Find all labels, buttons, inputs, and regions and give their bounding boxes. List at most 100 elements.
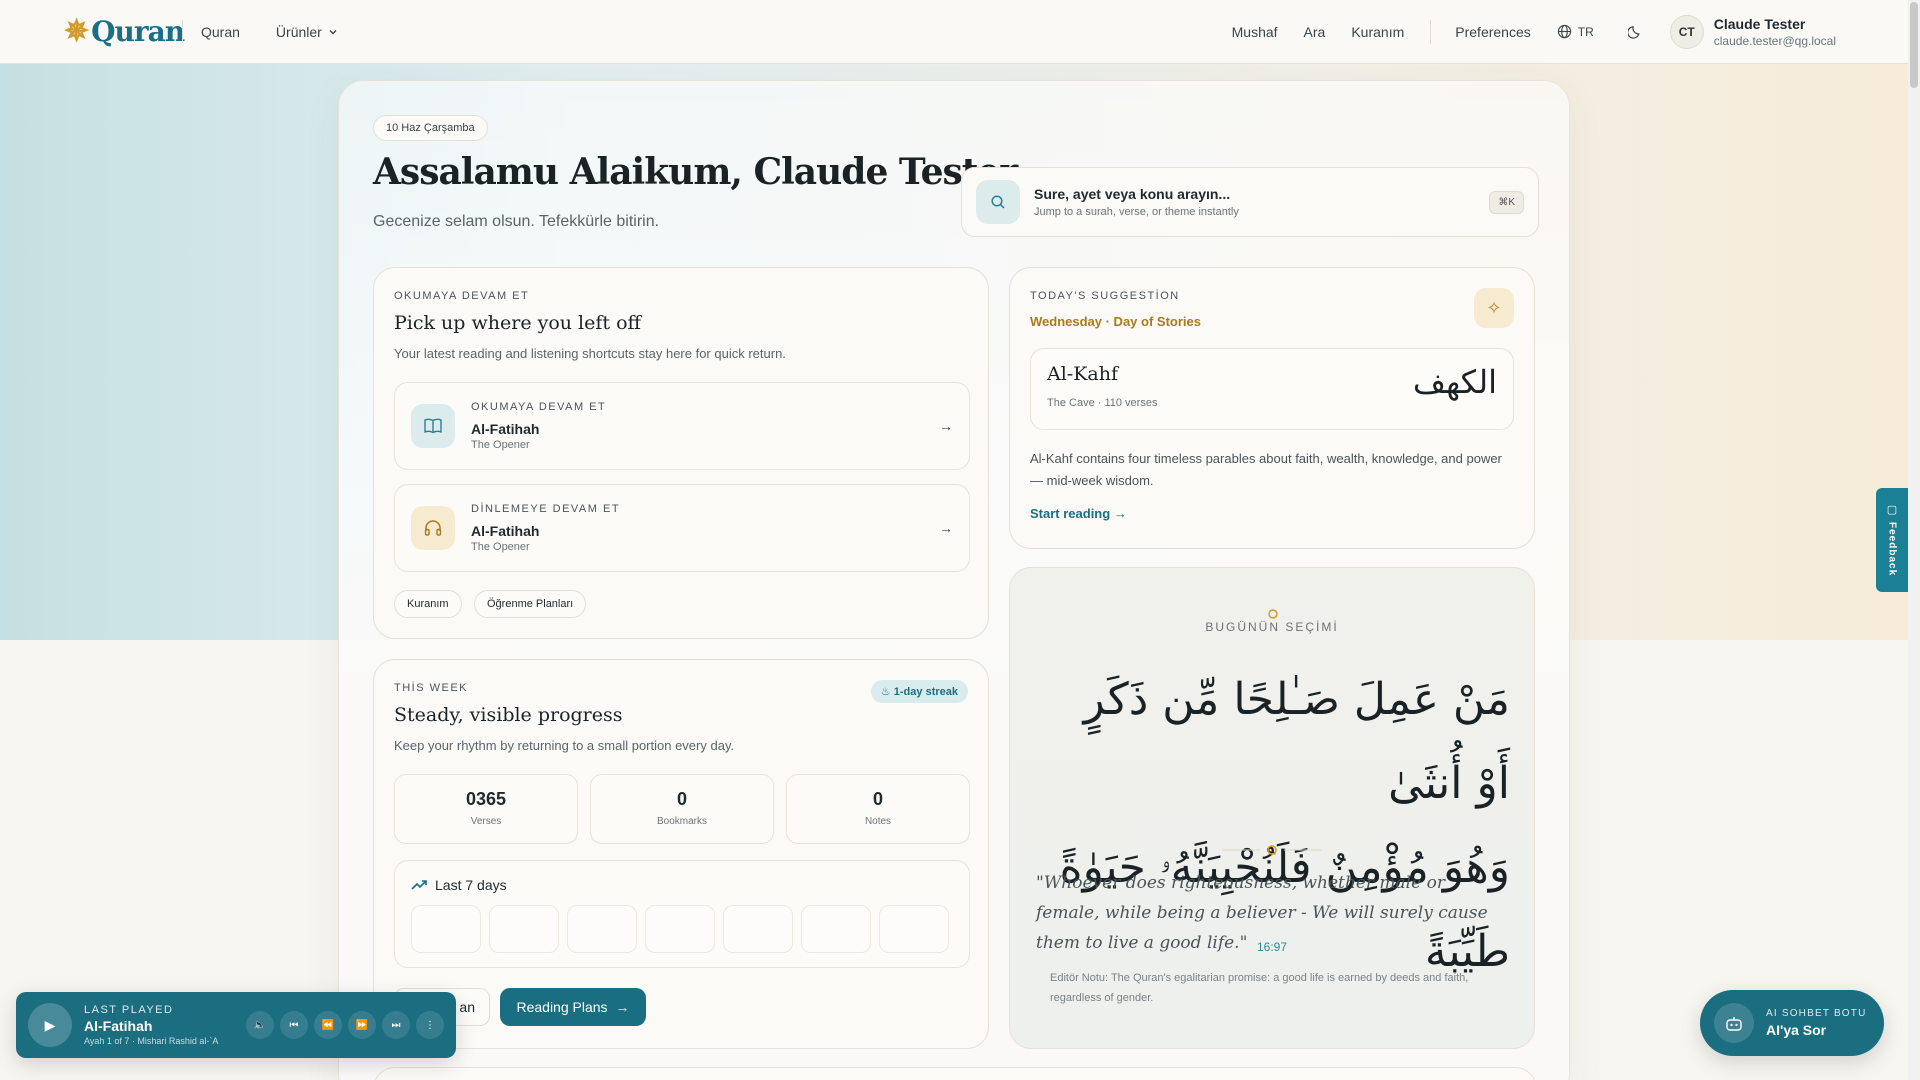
skip-previous-icon[interactable]: ⏮ [280, 1011, 308, 1039]
language-switcher[interactable]: TR [1557, 24, 1594, 39]
row-surah-name: Al-Fatihah [471, 421, 540, 437]
volume-icon[interactable]: 🔈 [246, 1011, 274, 1039]
suggestion-day-label: Wednesday · Day of Stories [1030, 314, 1201, 329]
reading-plans-button[interactable]: Reading Plans → [500, 988, 646, 1026]
suggestion-desc: Al-Kahf contains four timeless parables … [1030, 451, 1502, 488]
stat-label: Bookmarks [656, 816, 707, 827]
moon-icon [1628, 26, 1640, 39]
stat-label: Notes [864, 816, 892, 827]
book-icon [411, 404, 455, 448]
message-icon: ▢ [1886, 504, 1898, 517]
nav-divider [1430, 19, 1432, 44]
suggestion-eyebrow: TODAY'S SUGGESTİON [1030, 290, 1180, 302]
arrow-right-icon: → [615, 999, 630, 1015]
continue-card: OKUMAYA DEVAM ET Pick up where you left … [373, 267, 989, 639]
date-chip: 10 Haz Çarşamba [373, 115, 488, 141]
arrow-right-icon: → [939, 520, 953, 536]
chip-my-quran[interactable]: Kuranım [394, 590, 462, 618]
day-box [645, 905, 715, 953]
last-7-days-label: Last 7 days [435, 877, 507, 893]
ornament-icon [1268, 609, 1278, 619]
row-surah-sub: The Opener [471, 541, 530, 553]
arrow-right-icon: → [1113, 506, 1127, 521]
globe-icon [1557, 24, 1571, 39]
sparkles-icon: ✧ [1474, 288, 1514, 328]
scrollbar-thumb[interactable] [1910, 2, 1918, 88]
player-surah-name: Al-Fatihah [84, 1018, 153, 1034]
day-box [879, 905, 949, 953]
player-eyebrow: LAST PLAYED [84, 1004, 174, 1016]
robot-icon [1714, 1003, 1754, 1043]
nav-link-quran[interactable]: Quran [201, 24, 240, 40]
stat-bookmarks: 0 Bookmarks [590, 774, 774, 844]
theme-toggle[interactable] [1620, 16, 1652, 48]
ai-eyebrow: AI SOHBET BOTU [1766, 1008, 1867, 1019]
dashboard-panel: 10 Haz Çarşamba Assalamu Alaikum, Claude… [338, 80, 1570, 1080]
player-controls: 🔈 ⏮ ⏪ ⏩ ⏭ ⋮ [246, 1011, 444, 1039]
feedback-label: Feedback [1886, 522, 1898, 577]
nav-divider [182, 19, 183, 44]
continue-reading-item[interactable]: OKUMAYA DEVAM ET Al-Fatihah The Opener → [394, 382, 970, 470]
logo[interactable]: ✵ Quran [64, 12, 185, 52]
nav-preferences[interactable]: Preferences [1455, 24, 1530, 40]
more-options-icon[interactable]: ⋮ [416, 1011, 444, 1039]
avatar[interactable]: CT [1669, 14, 1704, 49]
chevron-down-icon [329, 29, 337, 34]
start-reading-link[interactable]: Start reading → [1030, 506, 1127, 521]
user-name: Claude Tester [1713, 15, 1806, 32]
page-title: Assalamu Alaikum, Claude Tester [373, 151, 1018, 193]
fast-forward-icon[interactable]: ⏩ [348, 1011, 376, 1039]
ai-chat-button[interactable]: AI SOHBET BOTU AI'ya Sor [1700, 990, 1884, 1056]
nav-link-search[interactable]: Ara [1304, 24, 1326, 40]
search-icon [976, 180, 1020, 224]
keyboard-shortcut-badge: ⌘K [1489, 190, 1524, 214]
day-box [411, 905, 481, 953]
headphones-icon [411, 506, 455, 550]
nav-products-dropdown[interactable]: Ürünler [276, 24, 338, 40]
stat-verses: 0365 Verses [394, 774, 578, 844]
row-surah-name: Al-Fatihah [471, 523, 540, 539]
ayah-reference[interactable]: 16:97 [1010, 940, 1534, 954]
next-section-card [373, 1067, 1537, 1080]
continue-listening-item[interactable]: DİNLEMEYE DEVAM ET Al-Fatihah The Opener… [394, 484, 970, 572]
arrow-right-icon: → [939, 418, 953, 434]
stat-value: 0 [676, 789, 687, 809]
nav-link-my-quran[interactable]: Kuranım [1351, 24, 1404, 40]
scrollbar[interactable] [1908, 0, 1920, 1080]
start-reading-label: Start reading [1030, 506, 1111, 521]
nav-link-mushaf[interactable]: Mushaf [1232, 24, 1278, 40]
suggested-surah[interactable]: Al-Kahf The Cave · 110 verses الكهف [1030, 348, 1514, 430]
stat-notes: 0 Notes [786, 774, 970, 844]
feedback-tab[interactable]: ▢ Feedback [1876, 488, 1908, 592]
ayah-of-day-card: BUGÜNÜN SEÇİMİ مَنْ عَمِلَ صَـٰلِحًا مِّ… [1009, 567, 1535, 1049]
surah-arabic-name: الكهف [1412, 363, 1497, 401]
continue-title: Pick up where you left off [394, 312, 642, 334]
stat-label: Verses [470, 816, 502, 827]
day-box [567, 905, 637, 953]
row-eyebrow: DİNLEMEYE DEVAM ET [471, 503, 621, 515]
row-surah-sub: The Opener [471, 439, 530, 451]
chip-learning-plans[interactable]: Öğrenme Planları [474, 590, 587, 618]
nav-products-label: Ürünler [275, 23, 322, 40]
player-info: LAST PLAYED Al-Fatihah Ayah 1 of 7 · Mis… [84, 1004, 218, 1046]
nav-right: Mushaf Ara Kuranım Preferences TR CT Cla… [1232, 14, 1908, 49]
last-7-days-chart: Last 7 days [394, 860, 970, 968]
stat-value: 0365 [465, 789, 507, 809]
stat-value: 0 [872, 789, 883, 809]
logo-star-icon: ✵ [64, 14, 90, 49]
editor-note: Editör Notu: The Quran's egalitarian pro… [1050, 972, 1469, 1004]
day-box [801, 905, 871, 953]
streak-label: 1-day streak [893, 686, 958, 698]
last-7-days-title: Last 7 days [411, 877, 507, 893]
progress-title: Steady, visible progress [394, 704, 623, 726]
reading-plans-label: Reading Plans [516, 999, 608, 1015]
audio-player: ▶ LAST PLAYED Al-Fatihah Ayah 1 of 7 · M… [16, 992, 456, 1058]
skip-next-icon[interactable]: ⏭ [382, 1011, 410, 1039]
streak-badge: ♨ 1-day streak [870, 680, 968, 703]
user-info[interactable]: Claude Tester claude.tester@qg.local [1714, 16, 1836, 48]
surah-name: Al-Kahf [1047, 363, 1119, 385]
rewind-icon[interactable]: ⏪ [314, 1011, 342, 1039]
flame-icon: ♨ [880, 686, 894, 698]
search-bar[interactable]: Sure, ayet veya konu arayın... Jump to a… [961, 167, 1539, 237]
play-icon[interactable]: ▶ [28, 1003, 72, 1047]
